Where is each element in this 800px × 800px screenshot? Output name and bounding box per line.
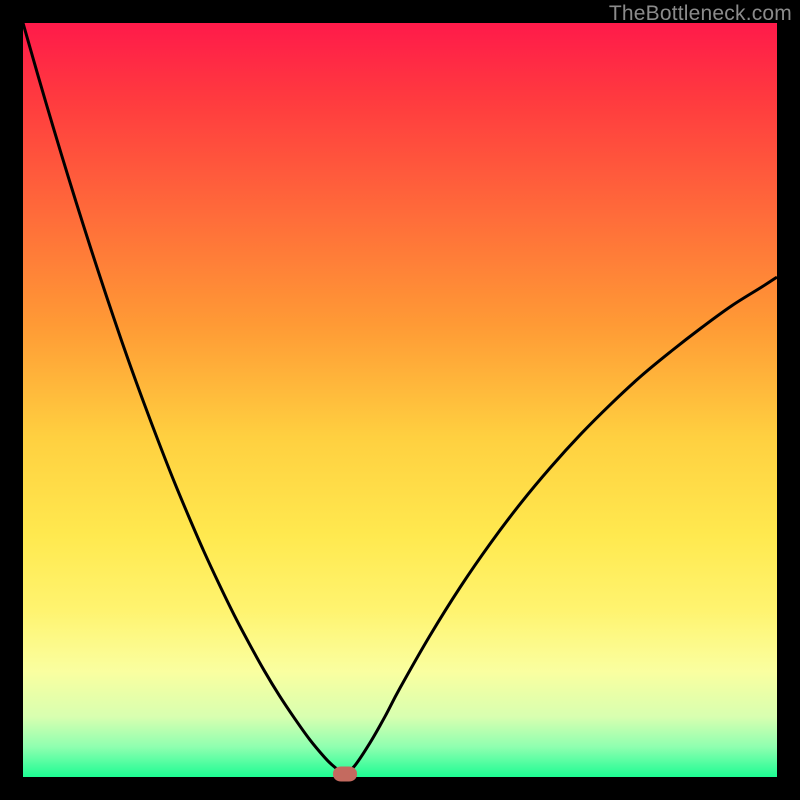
- bottleneck-curve: [23, 23, 777, 774]
- optimal-point-marker: [333, 766, 357, 781]
- chart-frame: TheBottleneck.com: [0, 0, 800, 800]
- plot-area: [23, 23, 777, 777]
- curve-layer: [23, 23, 777, 777]
